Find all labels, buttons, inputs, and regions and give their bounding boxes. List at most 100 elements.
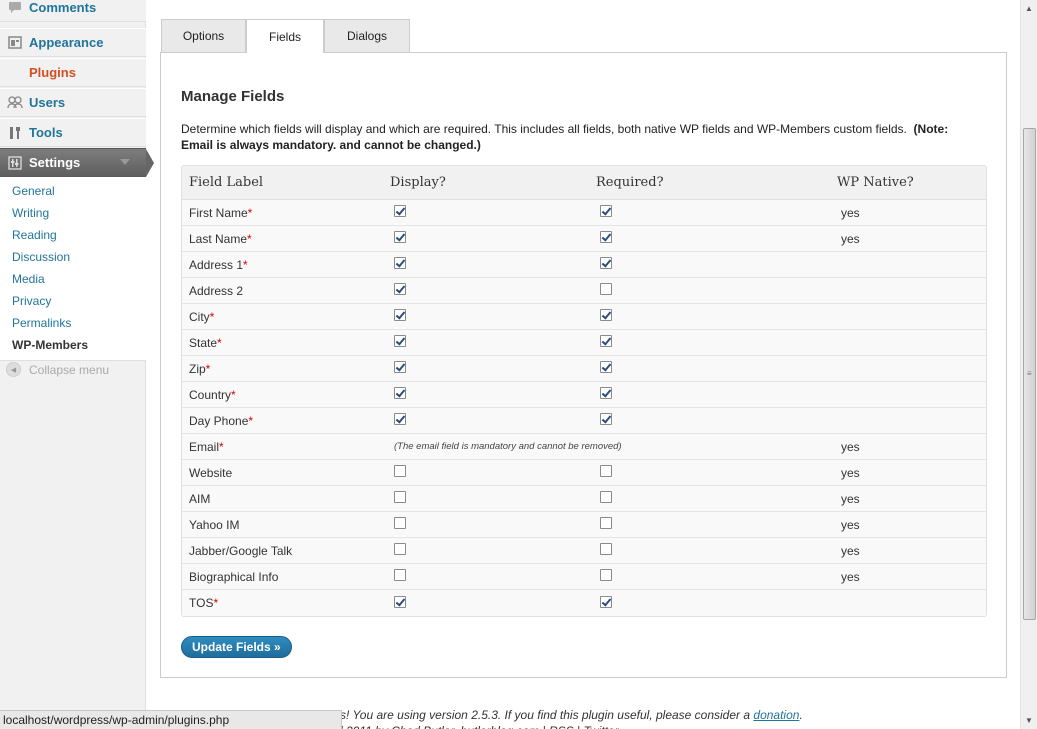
- display-cell: [386, 465, 592, 480]
- submenu-wp-members[interactable]: WP-Members: [0, 334, 146, 356]
- update-fields-button[interactable]: Update Fields »: [181, 636, 292, 658]
- field-label: TOS*: [182, 596, 386, 610]
- scroll-thumb[interactable]: ≡: [1023, 128, 1036, 620]
- wp-native-cell: yes: [841, 231, 860, 246]
- required-checkbox[interactable]: [600, 257, 612, 269]
- collapse-arrow-icon: ◀: [6, 362, 21, 377]
- field-label-text: Address 2: [189, 283, 244, 298]
- required-checkbox[interactable]: [600, 595, 612, 608]
- field-label-text: Yahoo IM: [189, 517, 240, 532]
- tab-dialogs-label: Dialogs: [346, 29, 388, 43]
- required-checkbox[interactable]: [600, 413, 612, 425]
- scroll-up-icon[interactable]: ▲: [1021, 0, 1037, 17]
- required-checkbox[interactable]: [600, 205, 612, 217]
- menu-users[interactable]: Users: [0, 88, 146, 117]
- wp-native-cell: yes: [841, 465, 860, 480]
- required-checkbox[interactable]: [600, 309, 612, 321]
- display-checkbox[interactable]: [394, 543, 406, 555]
- required-checkbox[interactable]: [600, 387, 612, 399]
- description-body: Determine which fields will display and …: [181, 122, 907, 136]
- field-label: Website: [182, 466, 386, 480]
- required-checkbox[interactable]: [600, 335, 612, 347]
- required-checkbox[interactable]: [600, 361, 612, 373]
- menu-settings[interactable]: Settings: [0, 148, 154, 177]
- required-asterisk: *: [213, 596, 219, 610]
- display-checkbox[interactable]: [394, 413, 406, 425]
- display-checkbox[interactable]: [394, 231, 406, 243]
- page-title: Manage Fields: [181, 88, 285, 105]
- display-checkbox[interactable]: [394, 283, 406, 295]
- menu-comments[interactable]: Comments: [0, 0, 146, 22]
- table-row: Yahoo IM yes: [182, 512, 986, 538]
- display-checkbox[interactable]: [394, 257, 406, 269]
- tab-fields[interactable]: Fields: [246, 19, 324, 53]
- fields-table: Field Label Display? Required? WP Native…: [181, 165, 987, 617]
- required-checkbox[interactable]: [600, 517, 612, 529]
- footer-period: .: [799, 708, 803, 722]
- submenu-discussion[interactable]: Discussion: [0, 246, 146, 268]
- field-label-text: Country: [189, 387, 232, 402]
- submenu-permalinks[interactable]: Permalinks: [0, 312, 146, 334]
- display-checkbox[interactable]: [394, 569, 406, 581]
- table-row: Website yes: [182, 460, 986, 486]
- table-row: First Name* yes: [182, 200, 986, 226]
- required-checkbox[interactable]: [600, 231, 612, 243]
- required-checkbox[interactable]: [600, 465, 612, 477]
- submenu-media[interactable]: Media: [0, 268, 146, 290]
- required-checkbox[interactable]: [600, 491, 612, 503]
- display-checkbox[interactable]: [394, 361, 406, 373]
- display-cell: [386, 595, 592, 611]
- submenu-general[interactable]: General: [0, 180, 146, 202]
- field-label: Jabber/Google Talk: [182, 544, 386, 558]
- display-checkbox[interactable]: [394, 465, 406, 477]
- field-label: City*: [182, 310, 386, 324]
- table-row: Day Phone*: [182, 408, 986, 434]
- required-asterisk: *: [247, 205, 253, 220]
- display-checkbox[interactable]: [394, 491, 406, 503]
- wp-native-cell: yes: [841, 517, 860, 532]
- display-cell: [386, 283, 592, 298]
- field-label: Yahoo IM: [182, 518, 386, 532]
- required-cell: [592, 517, 834, 532]
- menu-comments-label: Comments: [29, 0, 97, 15]
- display-checkbox[interactable]: [394, 517, 406, 529]
- tab-dialogs[interactable]: Dialogs: [324, 19, 410, 52]
- menu-appearance[interactable]: Appearance: [0, 28, 146, 57]
- donation-link[interactable]: donation: [753, 708, 799, 722]
- users-icon: [6, 95, 24, 111]
- display-checkbox[interactable]: [394, 335, 406, 347]
- required-cell: [592, 543, 834, 558]
- header-required: Required?: [596, 175, 664, 190]
- display-cell: [386, 543, 592, 558]
- menu-plugins[interactable]: Plugins: [0, 58, 146, 87]
- submenu-privacy[interactable]: Privacy: [0, 290, 146, 312]
- display-checkbox[interactable]: [394, 309, 406, 321]
- field-label-text: Email: [189, 439, 220, 454]
- tab-options[interactable]: Options: [161, 19, 246, 52]
- required-cell: [592, 413, 834, 428]
- submenu-writing[interactable]: Writing: [0, 202, 146, 224]
- tab-fields-label: Fields: [268, 29, 301, 44]
- required-cell: [592, 205, 834, 220]
- menu-tools[interactable]: Tools: [0, 118, 146, 147]
- display-cell: [386, 387, 592, 402]
- collapse-menu[interactable]: ◀ Collapse menu: [6, 362, 109, 377]
- scroll-down-icon[interactable]: ▼: [1021, 712, 1037, 729]
- display-cell: [386, 413, 592, 428]
- wp-native-cell: yes: [841, 491, 860, 506]
- display-checkbox[interactable]: [394, 205, 406, 217]
- field-label: Day Phone*: [182, 414, 386, 428]
- field-label-text: First Name: [189, 205, 248, 220]
- scroll-grip-icon: ≡: [1027, 369, 1032, 378]
- required-asterisk: *: [231, 387, 236, 402]
- table-row: Last Name* yes: [182, 226, 986, 252]
- required-checkbox[interactable]: [600, 543, 612, 555]
- vertical-scrollbar[interactable]: ▲ ≡ ▼: [1020, 0, 1037, 729]
- submenu-reading[interactable]: Reading: [0, 224, 146, 246]
- required-checkbox[interactable]: [600, 283, 612, 295]
- display-checkbox[interactable]: [394, 387, 406, 399]
- required-cell: [592, 309, 834, 324]
- required-checkbox[interactable]: [600, 569, 612, 581]
- settings-icon: [6, 155, 24, 171]
- display-checkbox[interactable]: [394, 595, 406, 608]
